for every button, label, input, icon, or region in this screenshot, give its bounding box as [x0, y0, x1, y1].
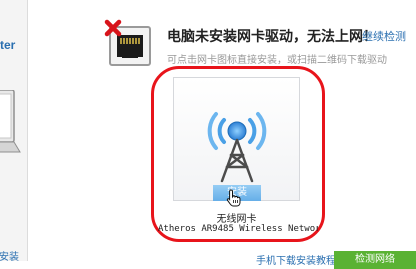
detect-network-button[interactable]: 检测网络	[334, 251, 416, 269]
manual-download-link[interactable]: 手机下载安装教程	[256, 252, 336, 267]
laptop-icon	[0, 90, 21, 153]
page-subtitle: 可点击网卡图标直接安装，或扫描二维码下载驱动	[167, 55, 387, 66]
left-panel: ter 安装	[0, 0, 28, 261]
hand-cursor-icon	[226, 189, 241, 207]
sidebar-install-fragment[interactable]: 安装	[0, 248, 19, 261]
ethernet-port-error-icon	[104, 19, 151, 66]
wireless-tower-icon	[207, 112, 267, 183]
adapter-model: Atheros AR9485 Wireless Networ...	[158, 224, 318, 234]
page-title: 电脑未安装网卡驱动，无法上网！	[167, 29, 377, 45]
adapter-name: 无线网卡	[216, 214, 257, 225]
sidebar-title-fragment: ter	[0, 38, 16, 52]
retry-detect-link[interactable]: 继续检测	[362, 28, 406, 44]
